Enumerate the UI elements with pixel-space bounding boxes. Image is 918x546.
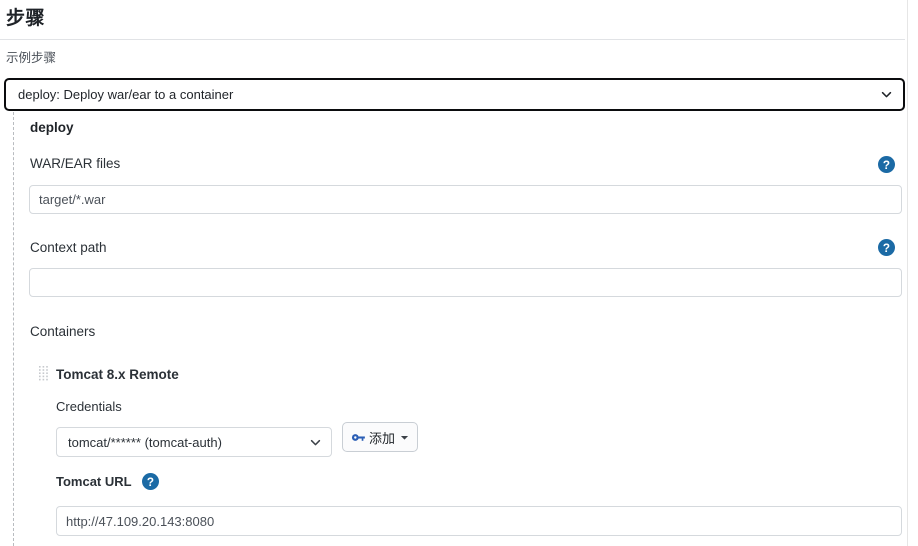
title-divider (0, 39, 905, 40)
add-credentials-label: 添加 (369, 430, 396, 446)
credentials-label: Credentials (56, 399, 122, 414)
chevron-down-icon (881, 91, 892, 98)
war-ear-files-label: WAR/EAR files (30, 156, 121, 171)
caret-down-icon (400, 435, 409, 440)
page-right-divider (907, 0, 908, 546)
step-body-group: deploy WAR/EAR files ? target/*.war Cont… (13, 112, 905, 546)
help-circle-icon[interactable]: ? (878, 239, 895, 256)
svg-text:?: ? (883, 242, 890, 255)
svg-text:?: ? (883, 159, 890, 172)
jenkins-step-config-page: 步骤 示例步骤 deploy: Deploy war/ear to a cont… (0, 0, 918, 546)
container-name: Tomcat 8.x Remote (56, 367, 179, 382)
credentials-select-value: tomcat/****** (tomcat-auth) (68, 434, 222, 450)
step-heading: deploy (30, 120, 74, 135)
step-type-select-value: deploy: Deploy war/ear to a container (18, 87, 234, 102)
war-ear-files-value: target/*.war (39, 192, 106, 207)
step-type-select[interactable]: deploy: Deploy war/ear to a container (4, 78, 905, 111)
chevron-down-icon (310, 439, 321, 445)
example-step-label: 示例步骤 (6, 51, 57, 65)
drag-handle-icon[interactable] (39, 366, 52, 384)
tomcat-url-input[interactable]: http://47.109.20.143:8080 (56, 506, 902, 536)
help-circle-icon[interactable]: ? (878, 156, 895, 173)
key-icon (351, 433, 365, 441)
war-ear-files-input[interactable]: target/*.war (29, 185, 902, 214)
tomcat-url-label: Tomcat URL (56, 474, 132, 489)
credentials-select[interactable]: tomcat/****** (tomcat-auth) (56, 427, 332, 457)
help-circle-icon[interactable]: ? (142, 473, 159, 490)
context-path-input[interactable] (29, 268, 902, 297)
add-credentials-button[interactable]: 添加 (342, 422, 419, 452)
context-path-label: Context path (30, 240, 107, 255)
page-title: 步骤 (6, 8, 46, 29)
tomcat-url-value: http://47.109.20.143:8080 (66, 513, 215, 529)
containers-label: Containers (30, 324, 96, 339)
svg-text:?: ? (147, 476, 154, 489)
